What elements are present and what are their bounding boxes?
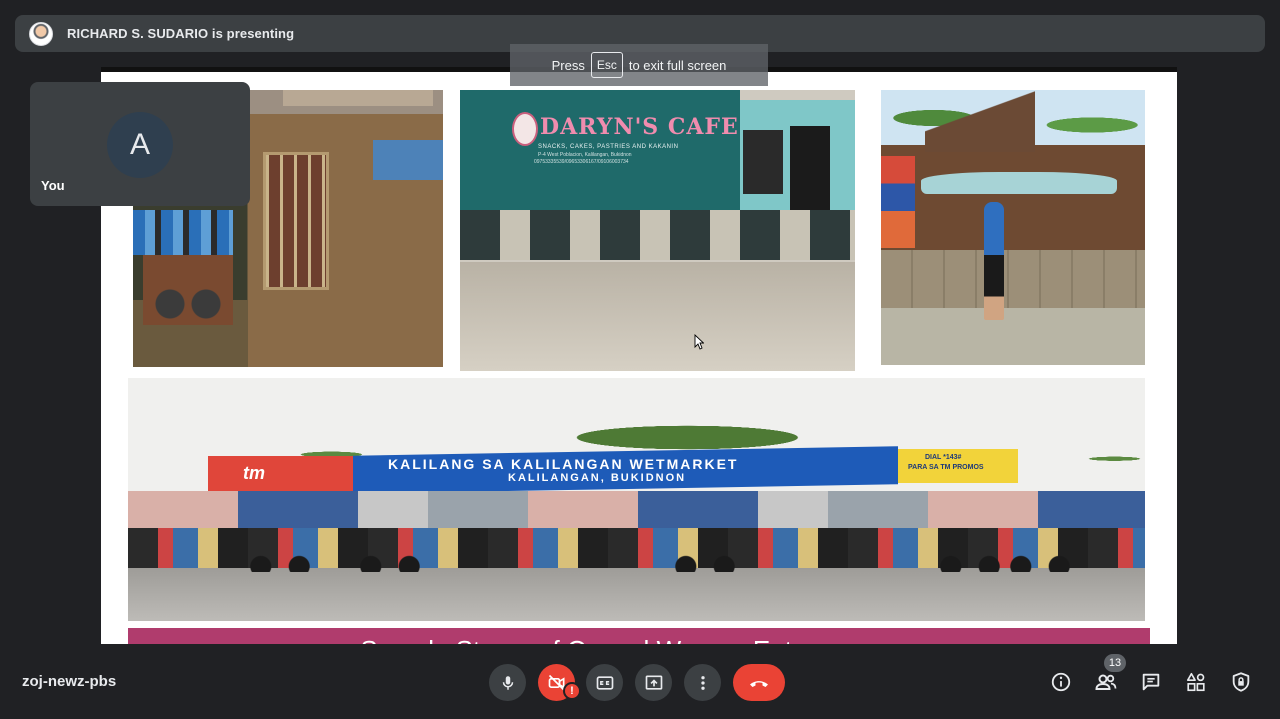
participants-count-badge: 13 <box>1104 654 1126 672</box>
presenter-avatar <box>29 21 53 46</box>
participants-button[interactable] <box>1092 668 1120 696</box>
end-call-icon <box>750 680 768 687</box>
promo-line-2: PARA SA TM PROMOS <box>908 464 984 471</box>
host-controls-icon <box>1232 672 1250 692</box>
activities-icon <box>1186 672 1205 692</box>
cafe-logo <box>512 112 538 146</box>
present-icon <box>645 675 662 690</box>
camera-alert-badge: ! <box>563 682 581 700</box>
mic-icon <box>502 675 513 690</box>
presenter-text: RICHARD S. SUDARIO is presenting <box>67 26 295 41</box>
market-banner-subtitle: KALILANGAN, BUKIDNON <box>508 472 687 484</box>
captions-icon <box>596 675 613 690</box>
esc-hint-prefix: Press <box>551 57 585 73</box>
chat-button[interactable] <box>1137 668 1165 696</box>
cafe-sign-phone: 09753335539/09653306167/09106003734 <box>534 159 629 165</box>
self-label: You <box>41 178 65 193</box>
esc-key: Esc <box>590 52 623 78</box>
slide-caption-bar: Sample Stores of Owned Women Entrepreneu… <box>128 628 1150 644</box>
self-video-tile[interactable]: A You <box>30 82 250 206</box>
people-icon <box>1095 674 1117 690</box>
tm-logo: tm <box>243 463 265 483</box>
activities-button[interactable] <box>1182 668 1210 696</box>
self-avatar: A <box>107 112 173 178</box>
roadside-stall-photo <box>881 90 1145 365</box>
meeting-code: zoj-newz-pbs <box>22 673 117 690</box>
leave-call-button[interactable] <box>733 664 785 701</box>
promo-line-1: DIAL *143# <box>925 454 962 461</box>
wetmarket-photo: tm KALILANG SA KALILANGAN WETMARKET KALI… <box>128 378 1145 621</box>
more-options-button[interactable] <box>684 664 721 701</box>
meeting-details-button[interactable] <box>1047 668 1075 696</box>
mic-button[interactable] <box>489 664 526 701</box>
market-banner-title: KALILANG SA KALILANGAN WETMARKET <box>388 456 739 472</box>
cafe-sign-address: P-4 West Poblacion, Kalilangan, Bukidnon <box>538 152 632 158</box>
chat-icon <box>1142 673 1160 691</box>
cafe-sign-title: DARYN'S CAFE <box>540 114 739 140</box>
shared-screen-slide: DARYN'S CAFE SNACKS, CAKES, PASTRIES AND… <box>101 67 1177 644</box>
cafe-sign-tagline: SNACKS, CAKES, PASTRIES AND KAKANIN <box>538 144 679 150</box>
captions-button[interactable] <box>586 664 623 701</box>
slide-caption: Sample Stores of Owned Women Entrepreneu… <box>128 635 1150 644</box>
cafe-photo: DARYN'S CAFE SNACKS, CAKES, PASTRIES AND… <box>460 90 855 371</box>
info-icon <box>1051 672 1071 692</box>
host-controls-button[interactable] <box>1227 668 1255 696</box>
more-icon <box>700 675 705 690</box>
present-now-button[interactable] <box>635 664 672 701</box>
esc-hint-suffix: to exit full screen <box>628 57 727 73</box>
mouse-cursor-icon <box>694 334 704 350</box>
exit-fullscreen-hint: Press Esc to exit full screen <box>510 44 768 86</box>
